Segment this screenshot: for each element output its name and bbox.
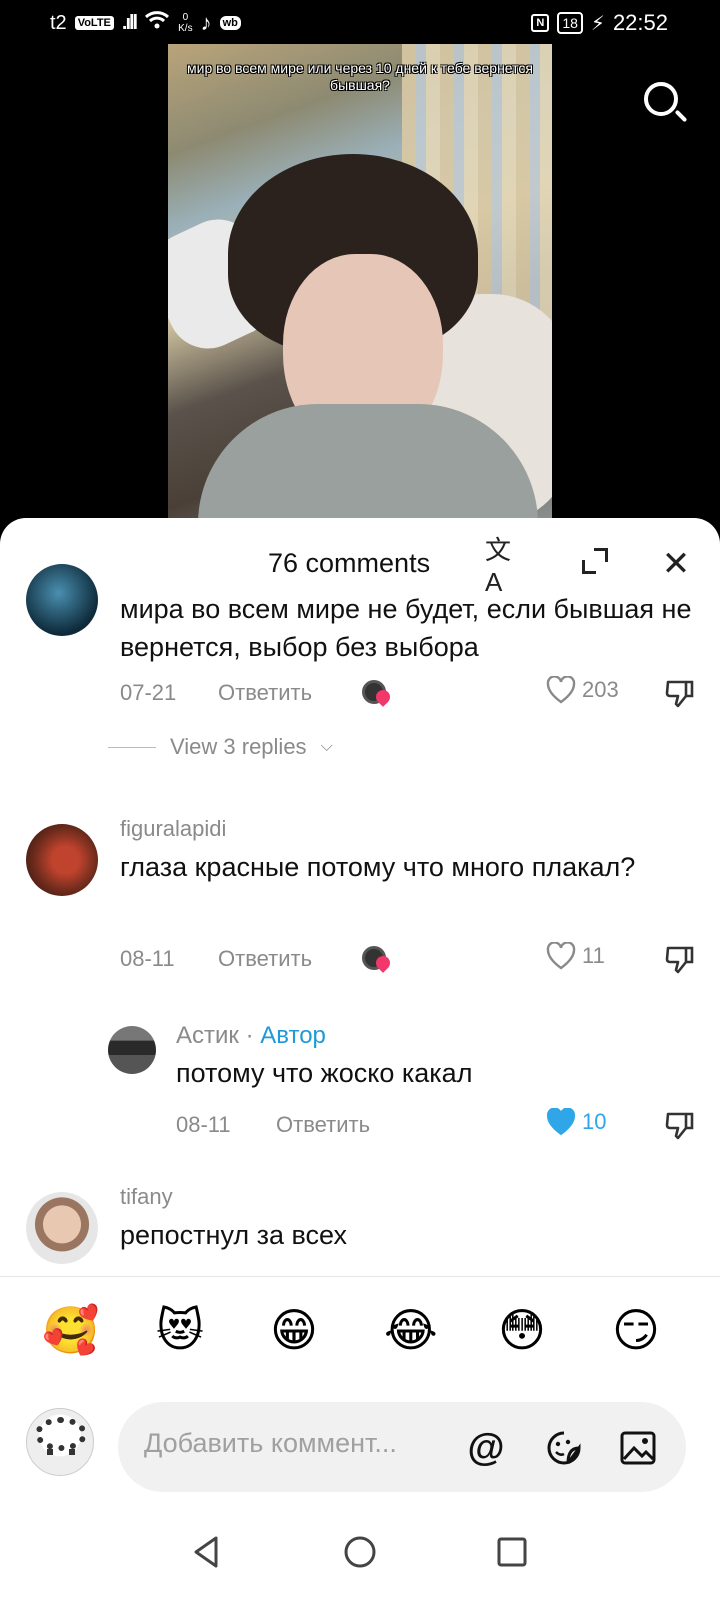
home-button[interactable] xyxy=(338,1530,382,1574)
comment-date: 08-11 xyxy=(120,946,175,971)
emoji-button[interactable]: 😳 xyxy=(498,1303,546,1357)
close-icon[interactable]: ✕ xyxy=(656,544,696,584)
comment-date: 07-21 xyxy=(120,680,177,705)
reply-button[interactable]: Ответить xyxy=(218,946,312,972)
volte-badge: VoLTE xyxy=(74,16,114,30)
emoji-picker-icon[interactable] xyxy=(542,1426,586,1470)
comment-input-box: @ xyxy=(118,1402,686,1492)
search-button[interactable] xyxy=(640,78,690,128)
signal-icon: .ıll xyxy=(121,11,138,34)
view-replies-button[interactable]: View 3 replies ⌵ xyxy=(108,734,333,760)
view-replies-label: View 3 replies xyxy=(170,734,307,759)
comment-text: мира во всем мире не будет, если бывшая … xyxy=(120,594,692,662)
sticker-reaction-icon[interactable] xyxy=(362,946,393,973)
home-icon xyxy=(338,1536,382,1578)
nfc-icon: N xyxy=(531,14,550,32)
emoji-button[interactable]: 😻 xyxy=(156,1303,204,1357)
comment-input[interactable] xyxy=(144,1428,444,1459)
author-badge: Автор xyxy=(260,1022,326,1049)
like-count: 203 xyxy=(582,677,619,702)
charging-icon: ⚡ xyxy=(590,12,605,35)
comment-text: репостнул за всех xyxy=(120,1220,347,1250)
comment-item: мира во всем мире не будет, если бывшая … xyxy=(0,564,720,822)
sheet-header: 76 comments 文A ✕ xyxy=(0,518,720,597)
like-count: 11 xyxy=(582,943,605,968)
comment-text: глаза красные потому что много плакал? xyxy=(120,852,636,882)
username-separator: · xyxy=(238,1022,261,1049)
comment-item: tifany репостнул за всех xyxy=(0,1184,720,1284)
chevron-down-icon: ⌵ xyxy=(320,738,333,755)
comment-item: figuralapidi глаза красные потому что мн… xyxy=(0,816,720,1016)
image-icon[interactable] xyxy=(616,1426,660,1470)
comment-input-row: @ xyxy=(0,1386,720,1506)
recent-apps-button[interactable] xyxy=(490,1530,534,1574)
reply-item: Астик · Автор потому что жоско какал 08-… xyxy=(0,1022,720,1172)
like-button[interactable]: 10 xyxy=(546,1108,606,1136)
avatar[interactable] xyxy=(26,1192,98,1264)
dislike-icon[interactable] xyxy=(664,678,696,710)
divider-line xyxy=(108,746,156,748)
wb-badge: wb xyxy=(219,16,241,30)
comment-username[interactable]: figuralapidi xyxy=(120,816,226,842)
clock: 22:52 xyxy=(612,10,668,35)
emoji-button[interactable]: 🥰 xyxy=(42,1303,99,1358)
comments-count: 76 comments xyxy=(268,548,431,578)
back-icon xyxy=(186,1536,230,1578)
system-nav-bar xyxy=(0,1506,720,1600)
video-caption: мир во всем мире или через 10 дней к теб… xyxy=(187,60,533,93)
battery-indicator: 18 xyxy=(557,12,583,34)
avatar[interactable] xyxy=(108,1026,156,1074)
dislike-icon[interactable] xyxy=(664,1110,696,1142)
heart-filled-icon xyxy=(546,1108,576,1136)
avatar[interactable] xyxy=(26,824,98,896)
recent-apps-icon xyxy=(490,1537,534,1578)
reply-username[interactable]: Астик xyxy=(176,1022,239,1049)
reply-text: потому что жоско какал xyxy=(176,1058,473,1088)
like-button[interactable]: 11 xyxy=(546,942,605,970)
emoji-button[interactable]: 😂 xyxy=(384,1303,438,1357)
carrier-label: t2 xyxy=(50,11,67,34)
heart-outline-icon xyxy=(546,676,576,704)
back-button[interactable] xyxy=(186,1530,230,1574)
net-speed: 0 K/s xyxy=(178,12,193,34)
reply-date: 08-11 xyxy=(176,1112,231,1137)
emoji-button[interactable]: 😁 xyxy=(270,1303,318,1357)
sticker-reaction-icon[interactable] xyxy=(362,680,393,707)
like-count: 10 xyxy=(582,1109,607,1134)
avatar[interactable] xyxy=(26,564,98,636)
reply-button[interactable]: Ответить xyxy=(276,1112,370,1138)
heart-outline-icon xyxy=(546,942,576,970)
translate-icon[interactable]: 文A xyxy=(485,535,525,597)
reply-button[interactable]: Ответить xyxy=(218,680,312,706)
comment-username[interactable]: tifany xyxy=(120,1184,173,1210)
user-avatar[interactable] xyxy=(26,1408,94,1476)
tiktok-icon: ♪ xyxy=(200,10,212,35)
status-bar: t2 VoLTE .ıll 0 K/s ♪ wb N 18 ⚡ 22:52 xyxy=(0,0,720,44)
wifi-icon xyxy=(144,10,170,36)
reply-username-line: Астик · Автор xyxy=(176,1022,326,1050)
like-button[interactable]: 203 xyxy=(546,676,619,704)
mention-icon[interactable]: @ xyxy=(464,1426,508,1470)
video-player[interactable]: мир во всем мире или через 10 дней к теб… xyxy=(168,44,552,524)
emoji-button[interactable]: 😏 xyxy=(612,1303,660,1357)
dislike-icon[interactable] xyxy=(664,944,696,976)
emoji-quick-bar: 🥰 😻 😁 😂 😳 😏 xyxy=(0,1276,720,1386)
expand-icon[interactable] xyxy=(576,544,616,584)
